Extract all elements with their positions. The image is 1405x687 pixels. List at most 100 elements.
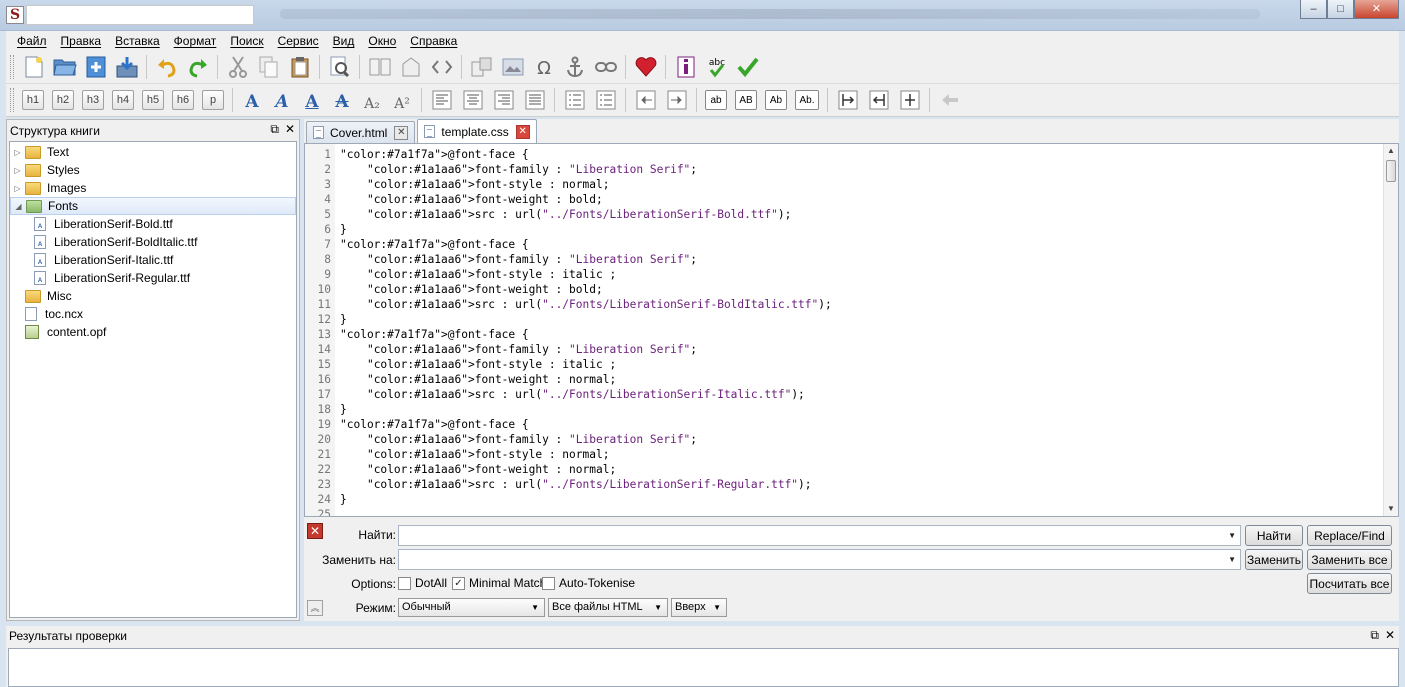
- numbered-list-icon[interactable]: [592, 87, 619, 114]
- close-panel-icon[interactable]: ✕: [285, 122, 295, 137]
- tree-item-toc[interactable]: toc.ncx: [10, 305, 296, 323]
- add-file-icon[interactable]: [82, 54, 109, 81]
- minimize-button[interactable]: –: [1300, 0, 1327, 19]
- align-left-icon[interactable]: [428, 87, 455, 114]
- tree-item-content-opf[interactable]: content.opf: [10, 323, 296, 341]
- link-icon[interactable]: [592, 54, 619, 81]
- menu-search[interactable]: Поиск: [223, 34, 270, 48]
- tree-item-fonts[interactable]: ◢ Fonts: [10, 197, 296, 215]
- menu-format[interactable]: Формат: [167, 34, 224, 48]
- menu-tools[interactable]: Сервис: [271, 34, 326, 48]
- close-find-icon[interactable]: ✕: [307, 523, 323, 539]
- dropdown-arrow-icon[interactable]: ▼: [654, 599, 662, 616]
- sigil-app-icon[interactable]: S: [6, 6, 24, 24]
- insert-id-icon[interactable]: [834, 87, 861, 114]
- menu-file[interactable]: Файл: [10, 34, 54, 48]
- maximize-button[interactable]: □: [1327, 0, 1354, 19]
- superscript-button[interactable]: A²: [390, 89, 414, 111]
- back-arrow-icon[interactable]: [936, 87, 963, 114]
- tree-item-images[interactable]: ▷ Images: [10, 179, 296, 197]
- find-replace-icon[interactable]: [326, 54, 353, 81]
- save-icon[interactable]: [113, 54, 140, 81]
- heart-icon[interactable]: [632, 54, 659, 81]
- dropdown-arrow-icon[interactable]: ▼: [531, 599, 539, 616]
- replace-button[interactable]: Заменить: [1245, 549, 1303, 570]
- info-icon[interactable]: [672, 54, 699, 81]
- bullet-list-icon[interactable]: [561, 87, 588, 114]
- check-icon[interactable]: [734, 54, 761, 81]
- paste-icon[interactable]: [286, 54, 313, 81]
- dropdown-arrow-icon[interactable]: ▼: [1228, 531, 1236, 540]
- book-icon[interactable]: [366, 54, 393, 81]
- menu-help[interactable]: Справка: [403, 34, 464, 48]
- metadata-icon[interactable]: [397, 54, 424, 81]
- insert-link-icon[interactable]: [865, 87, 892, 114]
- menu-edit[interactable]: Правка: [54, 34, 109, 48]
- menu-view[interactable]: Вид: [326, 34, 362, 48]
- uppercase-button[interactable]: AB: [735, 90, 757, 110]
- heading-h2-button[interactable]: h2: [52, 90, 74, 110]
- code-view-icon[interactable]: [428, 54, 455, 81]
- dotall-checkbox[interactable]: DotAll: [398, 576, 447, 590]
- sentencecase-button[interactable]: Ab.: [795, 90, 819, 110]
- tree-item-styles[interactable]: ▷ Styles: [10, 161, 296, 179]
- spellcheck-icon[interactable]: abc: [703, 54, 730, 81]
- tree-item-font-file[interactable]: A LiberationSerif-Italic.ttf: [10, 251, 296, 269]
- image-icon[interactable]: [499, 54, 526, 81]
- collapse-arrow-icon[interactable]: ◢: [13, 202, 24, 211]
- vertical-scrollbar[interactable]: ▲ ▼: [1383, 144, 1398, 516]
- scrollbar-thumb[interactable]: [1386, 160, 1396, 182]
- replace-input[interactable]: ▼: [398, 549, 1241, 570]
- mode-select[interactable]: Обычный ▼: [398, 598, 545, 617]
- tab-close-icon[interactable]: ✕: [394, 125, 409, 140]
- close-window-button[interactable]: ✕: [1354, 0, 1399, 19]
- scroll-down-icon[interactable]: ▼: [1384, 502, 1398, 516]
- split-chapter-icon[interactable]: [896, 87, 923, 114]
- new-file-icon[interactable]: [20, 54, 47, 81]
- subscript-button[interactable]: A₂: [360, 89, 384, 111]
- expand-arrow-icon[interactable]: ▷: [12, 148, 23, 157]
- underline-button[interactable]: A: [300, 89, 324, 111]
- scroll-up-icon[interactable]: ▲: [1384, 144, 1398, 158]
- checkbox-box[interactable]: [398, 576, 411, 590]
- decrease-indent-icon[interactable]: [632, 87, 659, 114]
- cut-icon[interactable]: [224, 54, 251, 81]
- tab-template-css[interactable]: template.css ✕: [417, 119, 537, 143]
- find-button[interactable]: Найти: [1245, 525, 1303, 546]
- heading-h1-button[interactable]: h1: [22, 90, 44, 110]
- heading-h5-button[interactable]: h5: [142, 90, 164, 110]
- italic-button[interactable]: A: [270, 89, 294, 111]
- split-icon[interactable]: [468, 54, 495, 81]
- align-right-icon[interactable]: [490, 87, 517, 114]
- find-input[interactable]: ▼: [398, 525, 1241, 546]
- justify-icon[interactable]: [521, 87, 548, 114]
- redo-icon[interactable]: [184, 54, 211, 81]
- tab-close-icon[interactable]: ✕: [515, 124, 530, 139]
- heading-h6-button[interactable]: h6: [172, 90, 194, 110]
- collapse-icon[interactable]: ︽: [307, 600, 323, 616]
- tree-item-text[interactable]: ▷ Text: [10, 143, 296, 161]
- paragraph-button[interactable]: p: [202, 90, 224, 110]
- heading-h4-button[interactable]: h4: [112, 90, 134, 110]
- close-panel-icon[interactable]: ✕: [1385, 628, 1395, 643]
- direction-select[interactable]: Вверх ▼: [671, 598, 727, 617]
- tree-item-font-file[interactable]: A LiberationSerif-BoldItalic.ttf: [10, 233, 296, 251]
- titlecase-button[interactable]: Ab: [765, 90, 787, 110]
- strikethrough-button[interactable]: A: [330, 89, 354, 111]
- expand-arrow-icon[interactable]: ▷: [12, 184, 23, 193]
- heading-h3-button[interactable]: h3: [82, 90, 104, 110]
- lowercase-button[interactable]: ab: [705, 90, 727, 110]
- float-panel-icon[interactable]: ⧉: [1370, 628, 1379, 643]
- checkbox-box[interactable]: [542, 576, 555, 590]
- dropdown-arrow-icon[interactable]: ▼: [713, 599, 721, 616]
- toolbar-grip[interactable]: [10, 88, 14, 112]
- toolbar-grip[interactable]: [10, 55, 14, 79]
- auto-tokenise-checkbox[interactable]: Auto-Tokenise: [542, 576, 635, 590]
- align-center-icon[interactable]: [459, 87, 486, 114]
- copy-icon[interactable]: [255, 54, 282, 81]
- minimal-match-checkbox[interactable]: ✓ Minimal Match: [452, 576, 546, 590]
- code-editor[interactable]: 1 "color:#7a1f7a">@font-face {2 "color:#1…: [304, 143, 1399, 517]
- replace-find-button[interactable]: Replace/Find: [1307, 525, 1392, 546]
- tree-item-font-file[interactable]: A LiberationSerif-Regular.ttf: [10, 269, 296, 287]
- replace-all-button[interactable]: Заменить все: [1307, 549, 1392, 570]
